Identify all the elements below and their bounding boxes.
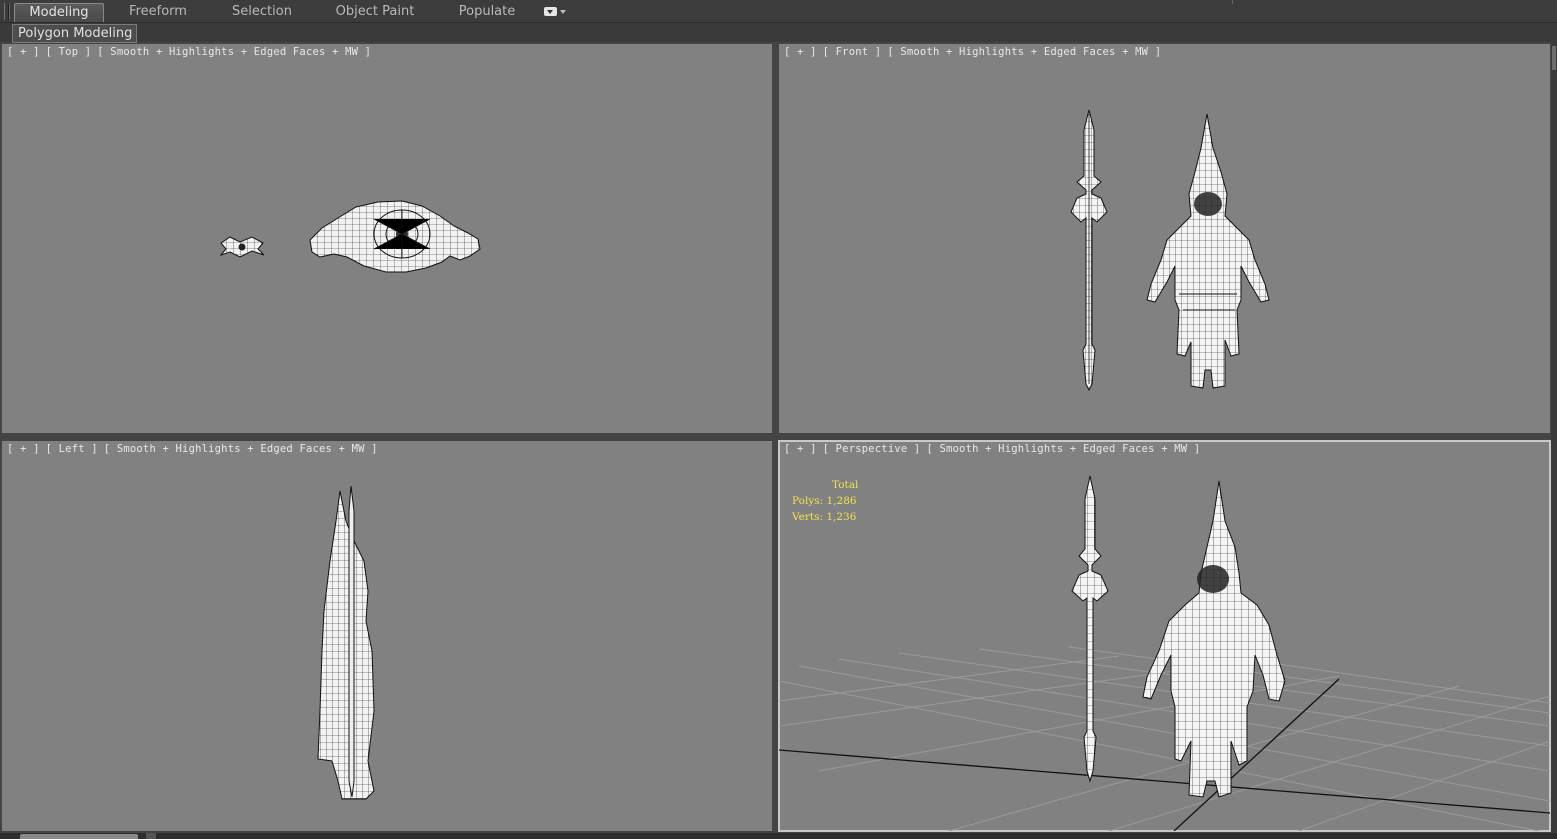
- ribbon-options-icon[interactable]: [544, 6, 566, 18]
- polygon-modeling-panel-button[interactable]: Polygon Modeling: [12, 24, 138, 43]
- tab-object-paint[interactable]: Object Paint: [330, 3, 420, 21]
- tab-selection[interactable]: Selection: [220, 3, 304, 21]
- viewport-left[interactable]: [ + ][ Left ][ Smooth + Highlights + Edg…: [2, 441, 772, 831]
- spear-front-mesh: [1070, 109, 1108, 392]
- spear-side-mesh: [348, 485, 355, 798]
- grid-axes: [779, 678, 1550, 831]
- spear-perspective-mesh: [1071, 475, 1109, 783]
- front-view-model: [1070, 109, 1270, 392]
- ribbon-divider: [1232, 0, 1233, 4]
- perspective-scene: [779, 475, 1550, 831]
- spear-top-mesh: [219, 236, 265, 258]
- character-front-mesh: [1146, 113, 1270, 389]
- viewport-top[interactable]: [ + ][ Top ][ Smooth + Highlights + Edge…: [2, 44, 772, 433]
- left-view-model: [317, 485, 375, 800]
- bottom-timeline-strip: [0, 833, 1557, 839]
- tab-populate[interactable]: Populate: [448, 3, 526, 21]
- tab-freeform[interactable]: Freeform: [116, 3, 200, 21]
- ribbon-tab-bar: Modeling Freeform Selection Object Paint…: [0, 0, 1557, 23]
- ribbon-panel-bar: Polygon Modeling: [0, 23, 1557, 43]
- viewport-front[interactable]: [ + ][ Front ][ Smooth + Highlights + Ed…: [779, 44, 1550, 433]
- character-top-mesh: [309, 200, 481, 273]
- time-slider[interactable]: [20, 834, 138, 839]
- top-view-model: [219, 200, 481, 273]
- tab-modeling[interactable]: Modeling: [14, 3, 104, 22]
- character-side-mesh: [317, 490, 375, 800]
- viewport-perspective[interactable]: [ + ][ Perspective ][ Smooth + Highlight…: [778, 440, 1551, 832]
- scrollbar-thumb[interactable]: [1552, 46, 1556, 70]
- timeline-divider: [146, 833, 156, 839]
- ribbon-grip-divider: [9, 3, 12, 20]
- right-scroll-strip: [1551, 42, 1557, 839]
